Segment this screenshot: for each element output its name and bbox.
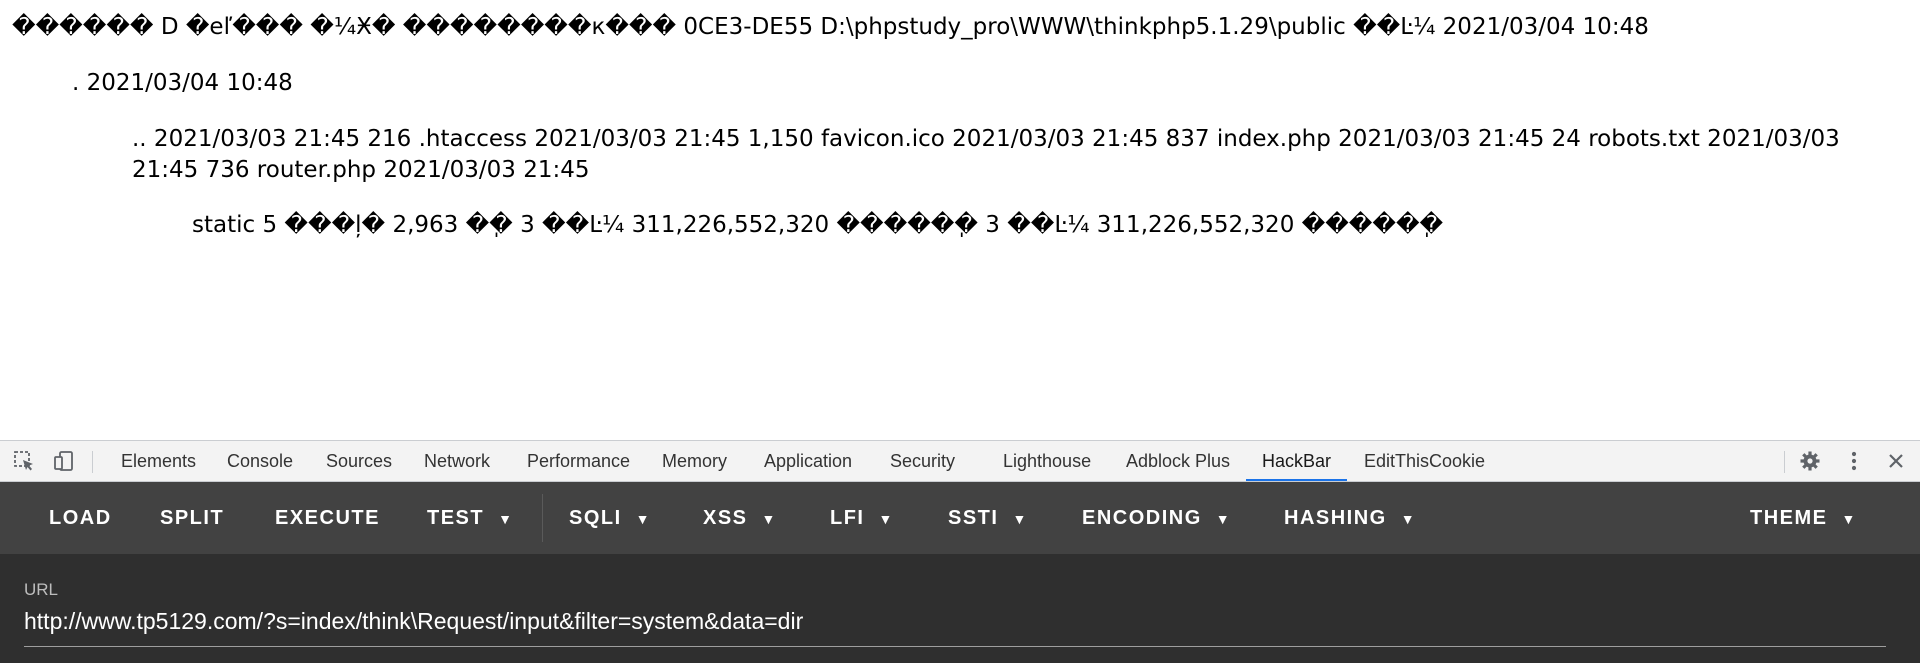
execute-label: EXECUTE [275,507,380,529]
caret-down-icon: ▼ [878,510,894,527]
output-line-current-dir: . 2021/03/04 10:48 [72,70,293,96]
page-output: ������ D �eľ��� �¼Ӿ� ��������к��� 0CE3-D… [0,0,1920,440]
hashing-label: HASHING [1284,507,1387,529]
ssti-label: SSTI [948,507,999,529]
toolbar-divider [1784,451,1785,473]
inspect-element-icon[interactable] [12,450,36,474]
hackbar-url-panel: URL http://www.tp5129.com/?s=index/think… [0,554,1920,663]
caret-down-icon: ▼ [498,510,514,527]
caret-down-icon: ▼ [1400,510,1417,527]
load-label: LOAD [49,507,112,529]
caret-down-icon: ▼ [1841,510,1857,527]
split-label: SPLIT [160,507,225,529]
tab-performance[interactable]: Performance [525,441,632,481]
hackbar-toolbar: LOAD SPLIT EXECUTE TEST ▼ SQLI ▼ XSS ▼ LFI ▼… [0,482,1920,554]
load-button[interactable]: LOAD [49,482,112,554]
tab-lighthouse[interactable]: Lighthouse [1001,441,1093,481]
encoding-dropdown-button[interactable]: ENCODING ▼ [1082,482,1231,554]
close-icon[interactable] [1884,450,1908,474]
hashing-dropdown-button[interactable]: HASHING ▼ [1284,482,1416,554]
output-line-volume-info: ������ D �eľ��� �¼Ӿ� ��������к��� 0CE3-D… [12,14,1649,40]
caret-down-icon: ▼ [635,510,652,527]
tab-adblock-plus[interactable]: Adblock Plus [1124,441,1232,481]
encoding-label: ENCODING [1082,507,1202,529]
execute-button[interactable]: EXECUTE [275,482,380,554]
ssti-dropdown-button[interactable]: SSTI ▼ [948,482,1028,554]
tab-network[interactable]: Network [422,441,492,481]
test-dropdown-button[interactable]: TEST ▼ [427,482,513,554]
xss-dropdown-button[interactable]: XSS ▼ [703,482,777,554]
output-line-summary: static 5 ���ļ� 2,963 �ֽ� 3 ��Ŀ¼ 311,226,… [192,212,1444,238]
url-input-underline [24,646,1886,647]
caret-down-icon: ▼ [1012,510,1028,527]
devtools-tab-strip: Elements Console Sources Network Perform… [0,440,1920,482]
caret-down-icon: ▼ [1215,510,1232,527]
settings-gear-icon[interactable] [1798,450,1822,474]
tab-elements[interactable]: Elements [119,441,198,481]
test-label: TEST [427,507,485,529]
device-toolbar-icon[interactable] [52,450,76,474]
toolbar-divider [92,451,93,473]
tab-console[interactable]: Console [225,441,295,481]
xss-label: XSS [703,507,748,529]
lfi-dropdown-button[interactable]: LFI ▼ [830,482,894,554]
tab-memory[interactable]: Memory [660,441,729,481]
tab-editthiscookie[interactable]: EditThisCookie [1362,441,1487,481]
tab-application[interactable]: Application [762,441,854,481]
sqli-label: SQLI [569,507,622,529]
toolbar-divider [542,494,543,542]
tab-security[interactable]: Security [888,441,957,481]
output-line-file-list: .. 2021/03/03 21:45 216 .htaccess 2021/0… [132,126,1840,183]
url-input[interactable]: http://www.tp5129.com/?s=index/think\Req… [24,608,803,635]
url-field-label: URL [24,580,59,599]
tab-hackbar[interactable]: HackBar [1246,441,1348,481]
tab-sources[interactable]: Sources [324,441,394,481]
theme-label: THEME [1750,507,1828,529]
split-button[interactable]: SPLIT [160,482,224,554]
lfi-label: LFI [830,507,865,529]
sqli-dropdown-button[interactable]: SQLI ▼ [569,482,651,554]
more-vertical-icon[interactable] [1842,450,1866,474]
caret-down-icon: ▼ [761,510,777,527]
theme-dropdown-button[interactable]: THEME ▼ [1750,482,1857,554]
